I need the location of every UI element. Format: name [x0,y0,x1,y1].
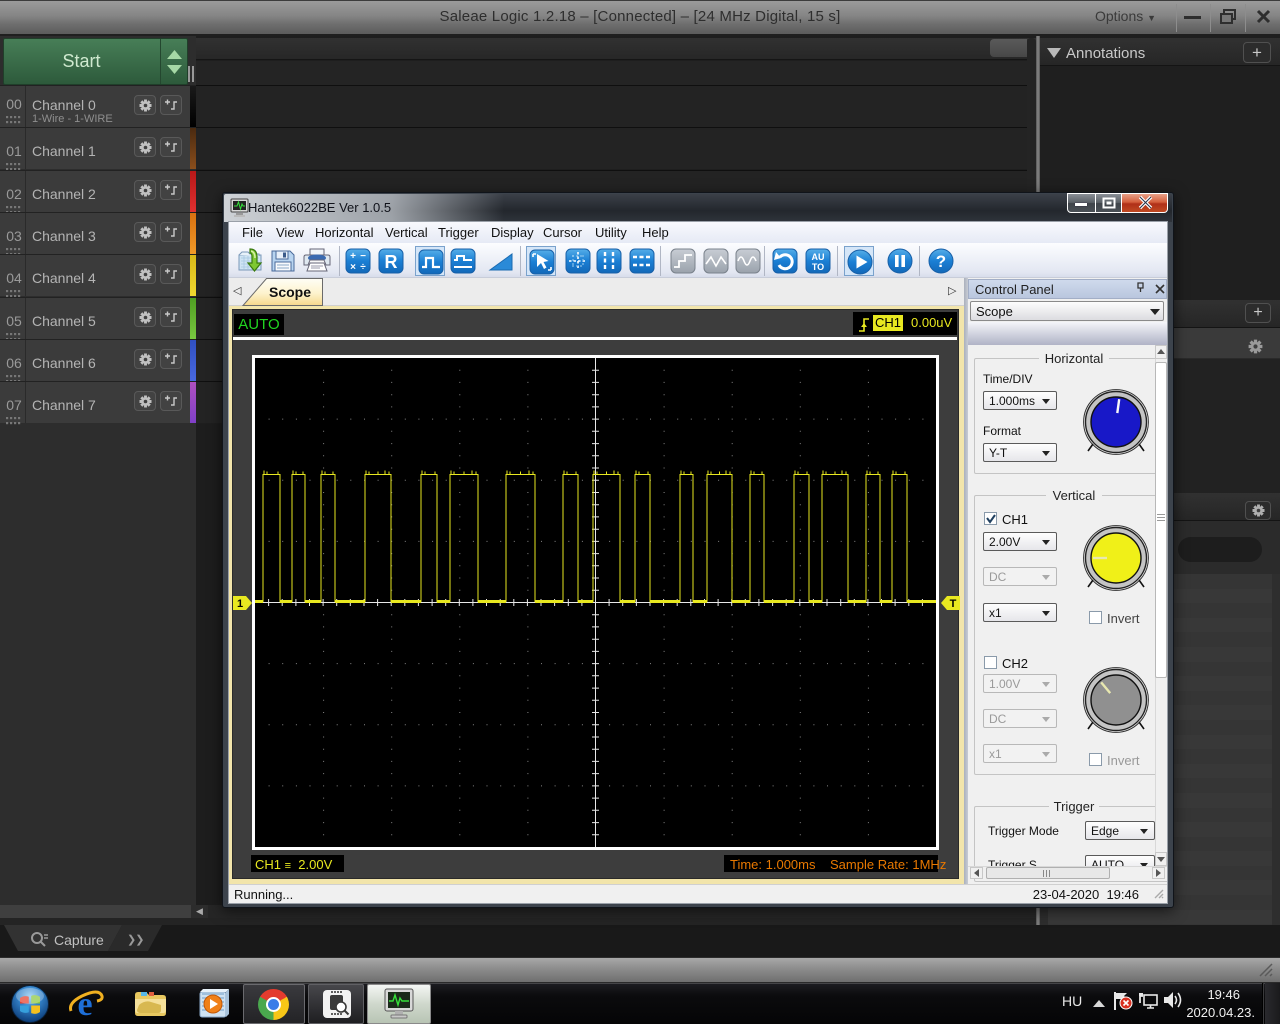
svg-text:+: + [350,251,356,262]
svg-text:×: × [350,262,356,273]
svg-text:1: 1 [237,598,243,610]
svg-text:TO: TO [812,262,824,272]
svg-text:AU: AU [812,252,825,262]
svg-text:T: T [950,598,957,610]
svg-text:?: ? [936,252,946,271]
svg-text:R: R [385,252,398,272]
svg-text:÷: ÷ [360,262,366,273]
svg-text:−: − [360,251,366,262]
